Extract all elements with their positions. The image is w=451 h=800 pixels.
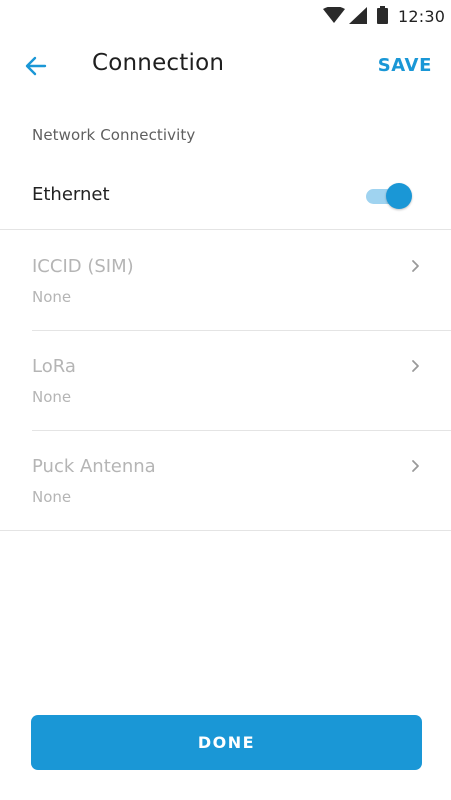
cell-signal-icon <box>349 7 367 24</box>
list-item-iccid[interactable]: ICCID (SIM) None <box>0 230 451 330</box>
list-item-lora[interactable]: LoRa None <box>0 330 451 430</box>
list-item-puck-antenna[interactable]: Puck Antenna None <box>0 430 451 530</box>
list-item-value: None <box>32 388 72 406</box>
save-button[interactable]: SAVE <box>378 55 432 76</box>
ethernet-toggle[interactable] <box>364 182 414 210</box>
ethernet-label: Ethernet <box>32 184 110 205</box>
status-bar: 12:30 <box>0 0 451 32</box>
page-title: Connection <box>92 50 225 76</box>
list-item-label: LoRa <box>32 356 76 377</box>
list-item-value: None <box>32 288 72 306</box>
status-time: 12:30 <box>398 7 446 26</box>
done-button[interactable]: DONE <box>31 715 422 770</box>
app-bar: Connection SAVE <box>0 36 451 94</box>
toggle-thumb <box>386 183 412 209</box>
section-header: Network Connectivity <box>32 126 196 144</box>
chevron-right-icon <box>412 260 419 272</box>
back-button[interactable] <box>22 52 50 80</box>
list-item-label: ICCID (SIM) <box>32 256 134 277</box>
battery-icon <box>377 6 388 24</box>
list-item-value: None <box>32 488 72 506</box>
arrow-left-icon <box>25 56 47 76</box>
list-item-label: Puck Antenna <box>32 456 156 477</box>
divider <box>0 530 451 531</box>
chevron-right-icon <box>412 360 419 372</box>
wifi-icon <box>323 7 345 23</box>
ethernet-row: Ethernet <box>0 166 451 228</box>
chevron-right-icon <box>412 460 419 472</box>
